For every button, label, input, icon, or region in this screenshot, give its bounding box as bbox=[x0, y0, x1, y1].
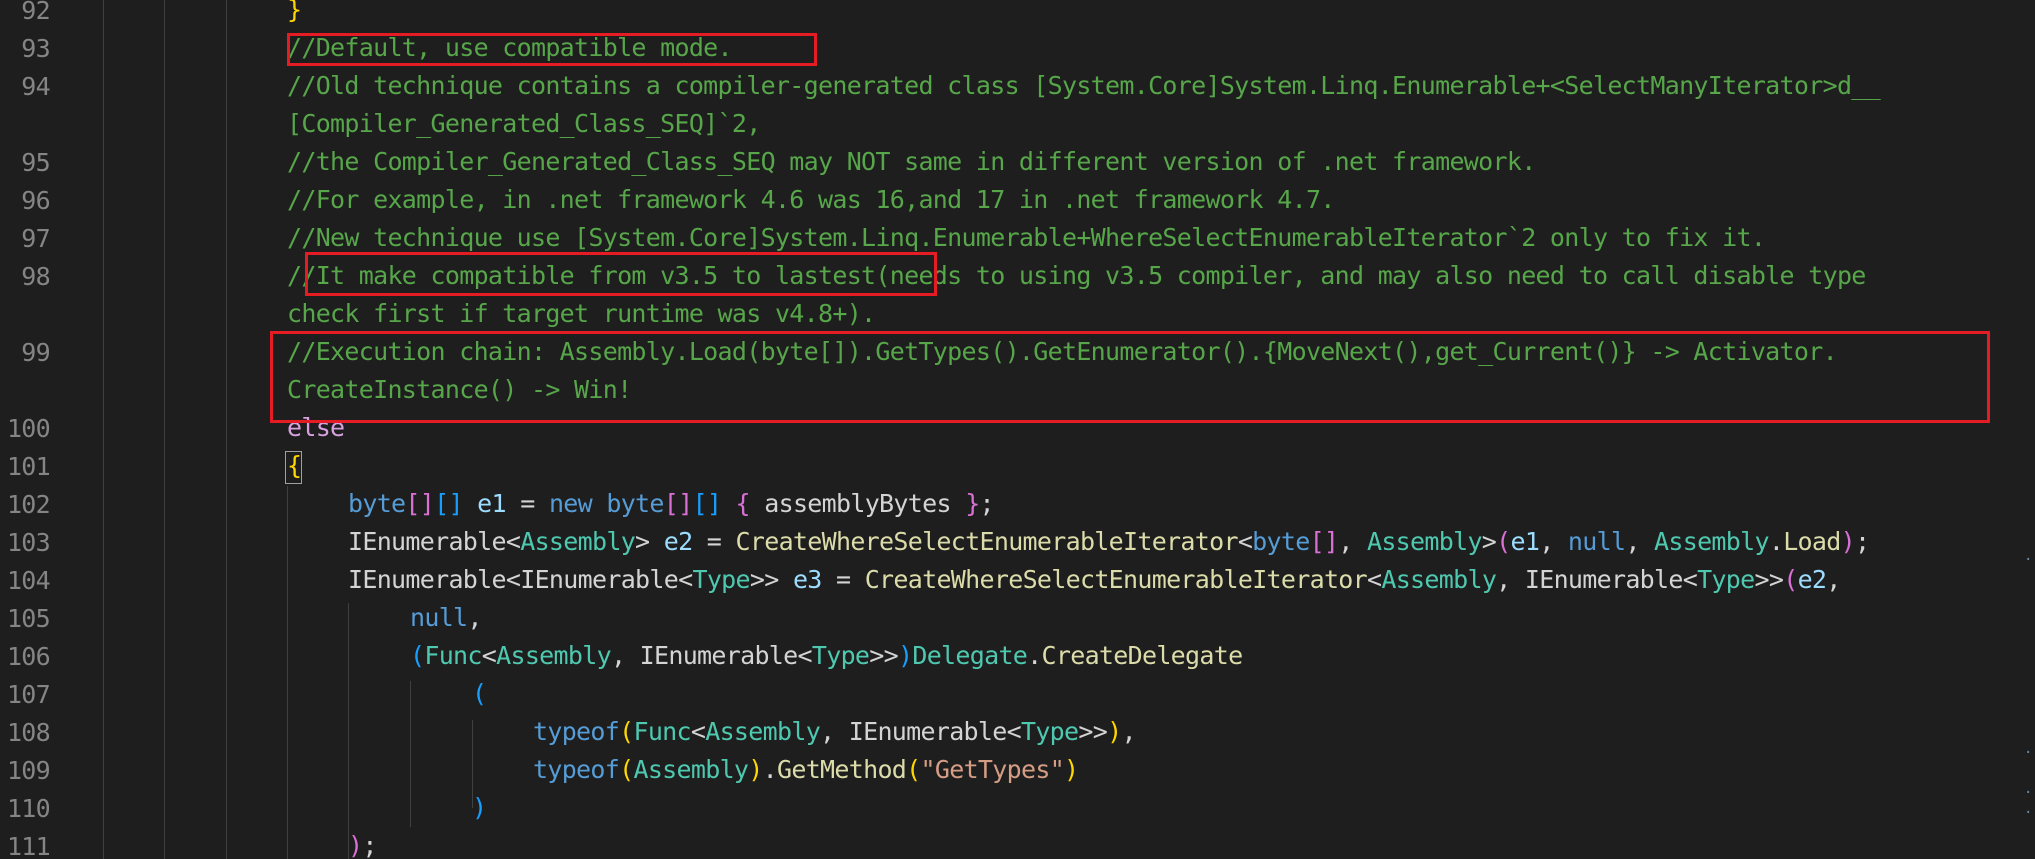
type-name: Type bbox=[1697, 565, 1755, 594]
indent-guide bbox=[164, 0, 165, 859]
identifier: e3 bbox=[792, 565, 822, 594]
code-line[interactable]: typeof(Func<Assembly, IEnumerable<Type>>… bbox=[533, 713, 1137, 751]
code-line[interactable]: IEnumerable<IEnumerable<Type>> e3 = Crea… bbox=[348, 561, 1841, 599]
code-line[interactable]: ( bbox=[472, 675, 487, 713]
scrollbar-marker[interactable]: · bbox=[2024, 552, 2032, 568]
keyword: byte bbox=[1252, 527, 1310, 556]
code-line[interactable]: ) bbox=[472, 789, 487, 827]
line-number: 108 bbox=[6, 718, 51, 747]
type-name: Assembly bbox=[705, 717, 821, 746]
line-number: 106 bbox=[6, 642, 51, 671]
code-line[interactable]: [Compiler_Generated_Class_SEQ]`2, bbox=[287, 105, 761, 143]
type-name: Assembly bbox=[520, 527, 636, 556]
code-line[interactable]: ); bbox=[348, 827, 377, 859]
line-number: 100 bbox=[6, 414, 51, 443]
code-editor[interactable]: 92 93 94 95 96 97 98 99 100 101 102 103 … bbox=[0, 0, 2035, 859]
line-number: 93 bbox=[21, 34, 50, 63]
string-literal: "GetTypes" bbox=[920, 755, 1065, 784]
indent-guide bbox=[226, 0, 227, 859]
highlight-box-default-mode bbox=[287, 33, 817, 66]
type-name: IEnumerable bbox=[1524, 565, 1684, 594]
code-line[interactable]: IEnumerable<Assembly> e2 = CreateWhereSe… bbox=[348, 523, 1870, 561]
line-number: 96 bbox=[21, 186, 50, 215]
type-name: Type bbox=[811, 641, 870, 670]
line-number: 111 bbox=[6, 832, 51, 859]
type-name: Delegate bbox=[912, 641, 1028, 670]
line-number: 97 bbox=[21, 224, 50, 253]
type-name: Type bbox=[1020, 717, 1079, 746]
line-number: 99 bbox=[21, 338, 50, 367]
keyword: new bbox=[548, 489, 593, 518]
line-number: 104 bbox=[6, 566, 51, 595]
line-number: 103 bbox=[6, 528, 51, 557]
type-name: Assembly bbox=[1366, 527, 1483, 556]
type-name: Assembly bbox=[1381, 565, 1497, 594]
keyword: null bbox=[410, 603, 468, 632]
code-line[interactable]: } bbox=[287, 0, 302, 29]
code-line[interactable]: typeof(Assembly).GetMethod("GetTypes") bbox=[533, 751, 1079, 789]
indent-guide bbox=[287, 486, 288, 859]
keyword: typeof bbox=[533, 755, 620, 784]
method-name: CreateWhereSelectEnumerableIterator bbox=[864, 565, 1368, 594]
keyword: byte bbox=[348, 489, 406, 518]
highlight-box-compatible-range bbox=[305, 252, 937, 296]
code-line[interactable]: //For example, in .net framework 4.6 was… bbox=[287, 181, 1335, 219]
line-number: 101 bbox=[6, 452, 51, 481]
code-line[interactable]: byte[][] e1 = new byte[][] { assemblyByt… bbox=[348, 485, 995, 523]
bracket-match-highlight bbox=[285, 451, 302, 484]
type-name: Assembly bbox=[496, 641, 612, 670]
type-name: Func bbox=[424, 641, 482, 670]
method-name: Load bbox=[1783, 527, 1841, 556]
type-name: Assembly bbox=[1654, 527, 1770, 556]
line-number: 95 bbox=[21, 148, 50, 177]
keyword: byte bbox=[606, 489, 664, 518]
line-number: 94 bbox=[21, 72, 50, 101]
type-name: Type bbox=[692, 565, 750, 594]
line-number: 92 bbox=[21, 0, 50, 25]
highlight-box-execution-chain bbox=[270, 331, 1990, 423]
scrollbar-marker[interactable]: · bbox=[2024, 745, 2032, 761]
identifier: e1 bbox=[477, 489, 506, 518]
type-name: Func bbox=[633, 717, 691, 746]
identifier: assemblyBytes bbox=[764, 489, 951, 518]
identifier: e2 bbox=[663, 527, 693, 556]
scrollbar-marker[interactable]: · bbox=[2024, 805, 2032, 821]
code-line[interactable]: //the Compiler_Generated_Class_SEQ may N… bbox=[287, 143, 1536, 181]
code-line[interactable]: (Func<Assembly, IEnumerable<Type>>)Deleg… bbox=[410, 637, 1244, 675]
keyword: null bbox=[1567, 527, 1626, 556]
type-name: IEnumerable bbox=[520, 565, 679, 594]
line-number: 102 bbox=[6, 490, 51, 519]
method-name: CreateWhereSelectEnumerableIterator bbox=[735, 527, 1239, 556]
line-number: 107 bbox=[6, 680, 51, 709]
method-name: GetMethod bbox=[777, 755, 907, 784]
line-number: 105 bbox=[6, 604, 51, 633]
line-number: 110 bbox=[6, 794, 51, 823]
indent-guide bbox=[410, 681, 411, 827]
code-line[interactable]: check first if target runtime was v4.8+)… bbox=[287, 295, 876, 333]
keyword: typeof bbox=[533, 717, 620, 746]
type-name: Assembly bbox=[633, 755, 749, 784]
type-name: IEnumerable bbox=[639, 641, 799, 670]
type-name: IEnumerable bbox=[348, 527, 507, 556]
line-number: 109 bbox=[6, 756, 51, 785]
code-line[interactable]: //Old technique contains a compiler-gene… bbox=[287, 67, 1881, 105]
type-name: IEnumerable bbox=[848, 717, 1008, 746]
identifier: e2 bbox=[1797, 565, 1827, 594]
scrollbar-marker[interactable]: · bbox=[2024, 785, 2032, 801]
line-number: 98 bbox=[21, 262, 50, 291]
method-name: CreateDelegate bbox=[1041, 641, 1244, 670]
identifier: e1 bbox=[1510, 527, 1540, 556]
type-name: IEnumerable bbox=[348, 565, 507, 594]
indent-guide bbox=[103, 0, 104, 859]
line-number-gutter: 92 93 94 95 96 97 98 99 100 101 102 103 … bbox=[0, 0, 60, 859]
code-line[interactable]: null, bbox=[410, 599, 482, 637]
indent-guide bbox=[348, 603, 349, 859]
